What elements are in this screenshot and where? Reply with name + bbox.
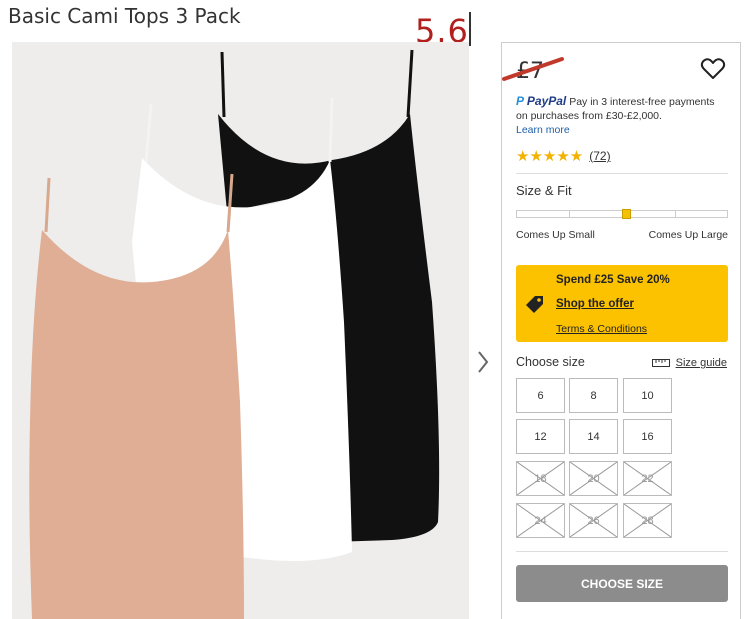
price: £7 bbox=[502, 57, 564, 84]
size-label: 20 bbox=[587, 472, 600, 485]
rating: ★★★★★ (72) bbox=[516, 147, 611, 165]
paypal-learn-more-link[interactable]: Learn more bbox=[516, 124, 570, 136]
promo-banner: Spend £25 Save 20% Shop the offer Terms … bbox=[516, 265, 728, 342]
shop-offer-link[interactable]: Shop the offer bbox=[556, 298, 634, 310]
size-option-22: 22 bbox=[623, 461, 672, 496]
size-option-8[interactable]: 8 bbox=[569, 378, 618, 413]
fit-tick bbox=[569, 211, 570, 217]
review-count-link[interactable]: (72) bbox=[589, 149, 610, 163]
size-fit-title: Size & Fit bbox=[516, 183, 572, 198]
size-label: 12 bbox=[534, 430, 547, 443]
size-label: 8 bbox=[590, 389, 597, 402]
product-title: Basic Cami Tops 3 Pack bbox=[8, 4, 241, 28]
star-rating: ★★★★★ bbox=[516, 148, 584, 165]
size-fit-labels: Comes Up Small Comes Up Large bbox=[516, 229, 728, 241]
price-strike-mark bbox=[502, 57, 564, 81]
size-label: 14 bbox=[587, 430, 600, 443]
terms-link[interactable]: Terms & Conditions bbox=[556, 323, 647, 335]
size-label: 24 bbox=[534, 514, 547, 527]
size-option-10[interactable]: 10 bbox=[623, 378, 672, 413]
size-option-26: 26 bbox=[569, 503, 618, 538]
choose-size-button[interactable]: CHOOSE SIZE bbox=[516, 565, 728, 602]
size-label: 28 bbox=[641, 514, 654, 527]
size-label: 18 bbox=[534, 472, 547, 485]
fit-tick bbox=[675, 211, 676, 217]
paypal-brand: PayPal bbox=[526, 94, 567, 108]
size-guide-link[interactable]: Size guide bbox=[651, 357, 727, 369]
size-label: 6 bbox=[537, 389, 544, 402]
promo-title: Spend £25 Save 20% bbox=[556, 274, 670, 286]
choose-size-heading: Choose size bbox=[516, 355, 585, 369]
size-option-16[interactable]: 16 bbox=[623, 419, 672, 454]
size-option-6[interactable]: 6 bbox=[516, 378, 565, 413]
divider bbox=[516, 551, 728, 552]
product-image[interactable] bbox=[12, 42, 469, 619]
size-label: 26 bbox=[587, 514, 600, 527]
fit-right-label: Comes Up Large bbox=[648, 229, 728, 241]
chevron-right-icon[interactable] bbox=[474, 348, 492, 376]
ruler-icon bbox=[651, 359, 670, 367]
size-option-28: 28 bbox=[623, 503, 672, 538]
fit-left-label: Comes Up Small bbox=[516, 229, 595, 241]
product-panel: £7 P PayPal Pay in 3 interest-free payme… bbox=[501, 42, 741, 619]
size-guide-label: Size guide bbox=[675, 357, 727, 369]
heart-icon[interactable] bbox=[700, 57, 726, 81]
size-option-14[interactable]: 14 bbox=[569, 419, 618, 454]
size-label: 16 bbox=[641, 430, 654, 443]
size-option-12[interactable]: 12 bbox=[516, 419, 565, 454]
paypal-info: P PayPal Pay in 3 interest-free payments… bbox=[516, 94, 736, 137]
paypal-line2: on purchases from £30-£2,000. bbox=[516, 110, 662, 122]
size-label: 22 bbox=[641, 472, 654, 485]
paypal-line1: Pay in 3 interest-free payments bbox=[569, 96, 715, 108]
price-tag-icon bbox=[526, 296, 543, 313]
size-option-18: 18 bbox=[516, 461, 565, 496]
divider bbox=[516, 173, 728, 174]
text-caret bbox=[469, 12, 471, 46]
size-fit-marker bbox=[622, 209, 632, 219]
size-option-20: 20 bbox=[569, 461, 618, 496]
size-label: 10 bbox=[641, 389, 654, 402]
size-option-24: 24 bbox=[516, 503, 565, 538]
paypal-icon: P bbox=[516, 94, 524, 108]
size-fit-scale bbox=[516, 209, 728, 219]
